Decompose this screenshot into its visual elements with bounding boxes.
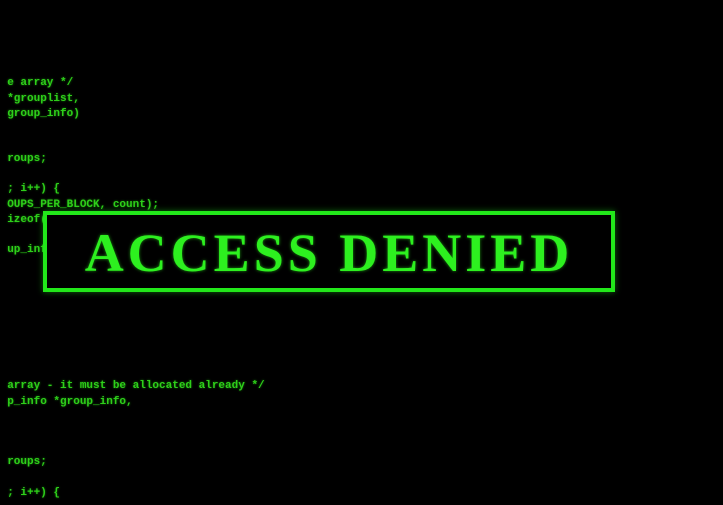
code-line: roups; [7, 456, 47, 468]
code-line: group_info) [0, 108, 80, 120]
code-line: roups; [7, 153, 47, 165]
code-line: ; i++) { [0, 183, 61, 195]
access-denied-message: ACCESS DENIED [84, 223, 574, 283]
code-line: e array */ [0, 77, 74, 89]
code-line: *grouplist, [0, 93, 80, 105]
access-denied-banner: ACCESS DENIED [43, 211, 615, 292]
code-line: ; i++) { [0, 487, 61, 499]
code-line: array - it must be allocated already */ [0, 380, 265, 392]
code-line: p_info *group_info, [0, 396, 133, 408]
terminal-screen: e array */ *grouplist, group_info) roups… [0, 0, 723, 505]
code-line: izeof( [7, 214, 47, 226]
code-line: OUPS_PER_BLOCK, count); [0, 199, 160, 211]
